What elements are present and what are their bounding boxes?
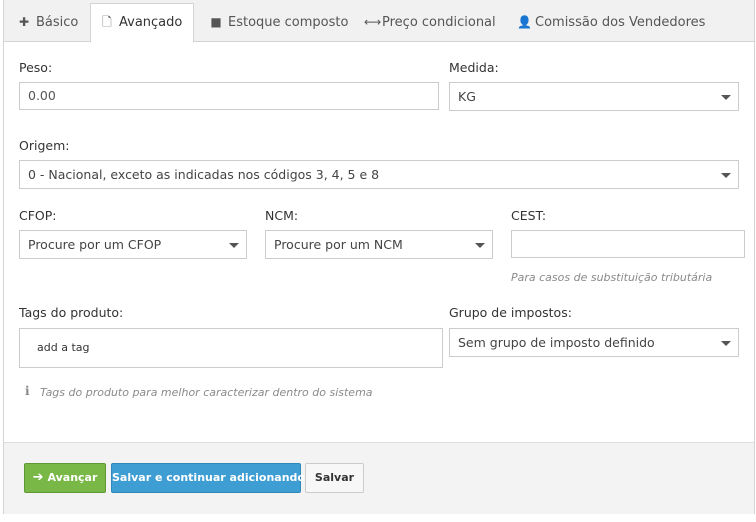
info-icon: i bbox=[25, 384, 30, 398]
cest-input[interactable] bbox=[511, 230, 745, 258]
tab-label: Comissão dos Vendedores bbox=[535, 15, 706, 30]
tab-basico[interactable]: ✚ Básico bbox=[12, 4, 84, 42]
origem-label: Origem: bbox=[19, 138, 70, 153]
ncm-label: NCM: bbox=[265, 208, 299, 223]
medida-value: KG bbox=[458, 89, 476, 104]
tab-preco-condicional[interactable]: ⟷Preço condicional bbox=[358, 4, 502, 42]
save-continue-button[interactable]: Salvar e continuar adicionando bbox=[111, 463, 305, 493]
save-continue-label: Salvar e continuar adicionando bbox=[112, 471, 305, 484]
cfop-label: CFOP: bbox=[19, 208, 57, 223]
medida-label: Medida: bbox=[449, 60, 499, 75]
tab-avancado[interactable]: 🗋 Avançado bbox=[90, 3, 194, 43]
chevron-down-icon bbox=[475, 243, 485, 248]
peso-label: Peso: bbox=[19, 60, 53, 75]
peso-input[interactable]: 0.00 bbox=[19, 82, 439, 110]
grupo-impostos-select[interactable]: Sem grupo de imposto definido bbox=[449, 328, 739, 357]
tab-label: Estoque composto bbox=[228, 15, 349, 30]
cfop-placeholder: Procure por um CFOP bbox=[28, 237, 162, 252]
advance-button[interactable]: ➔ Avançar bbox=[24, 463, 106, 493]
origem-value: 0 - Nacional, exceto as indicadas nos có… bbox=[28, 167, 380, 182]
medida-select[interactable]: KG bbox=[449, 82, 739, 111]
stack-icon: ■ bbox=[210, 15, 222, 29]
arrows-horizontal-icon: ⟷ bbox=[364, 15, 382, 29]
user-icon: 👤 bbox=[517, 15, 532, 29]
chevron-down-icon bbox=[721, 95, 731, 100]
cest-hint: Para casos de substituição tributária bbox=[511, 271, 713, 284]
tags-placeholder: add a tag bbox=[37, 341, 90, 354]
product-form-panel: ✚ Básico 🗋 Avançado ■ Estoque composto ⟷Pre… bbox=[3, 0, 755, 514]
tab-estoque-composto[interactable]: ■ Estoque composto bbox=[204, 4, 354, 42]
grupo-impostos-value: Sem grupo de imposto definido bbox=[458, 335, 655, 350]
tab-label: Básico bbox=[36, 15, 79, 30]
grupo-impostos-label: Grupo de impostos: bbox=[449, 305, 572, 320]
arrow-right-icon: ➔ bbox=[32, 470, 44, 485]
ncm-select[interactable]: Procure por um NCM bbox=[265, 230, 493, 259]
plus-icon: ✚ bbox=[18, 15, 30, 29]
cest-label: CEST: bbox=[511, 208, 547, 223]
advance-label: Avançar bbox=[47, 471, 98, 484]
tab-label: Avançado bbox=[119, 15, 183, 30]
chevron-down-icon bbox=[229, 243, 239, 248]
tab-comissao-vendedores[interactable]: 👤 Comissão dos Vendedores bbox=[511, 4, 711, 42]
tags-input[interactable]: add a tag bbox=[19, 328, 443, 368]
tab-label: Preço condicional bbox=[382, 15, 496, 30]
form-footer: ➔ Avançar Salvar e continuar adicionando … bbox=[4, 442, 754, 514]
chevron-down-icon bbox=[721, 173, 731, 178]
document-icon: 🗋 bbox=[102, 15, 112, 29]
chevron-down-icon bbox=[721, 341, 731, 346]
save-label: Salvar bbox=[314, 471, 355, 484]
tab-bar: ✚ Básico 🗋 Avançado ■ Estoque composto ⟷Pre… bbox=[4, 0, 754, 43]
save-button[interactable]: Salvar bbox=[305, 463, 364, 493]
tags-label: Tags do produto: bbox=[19, 305, 124, 320]
ncm-placeholder: Procure por um NCM bbox=[274, 237, 403, 252]
cfop-select[interactable]: Procure por um CFOP bbox=[19, 230, 247, 259]
tags-hint: Tags do produto para melhor caracterizar… bbox=[40, 386, 373, 399]
origem-select[interactable]: 0 - Nacional, exceto as indicadas nos có… bbox=[19, 160, 739, 189]
